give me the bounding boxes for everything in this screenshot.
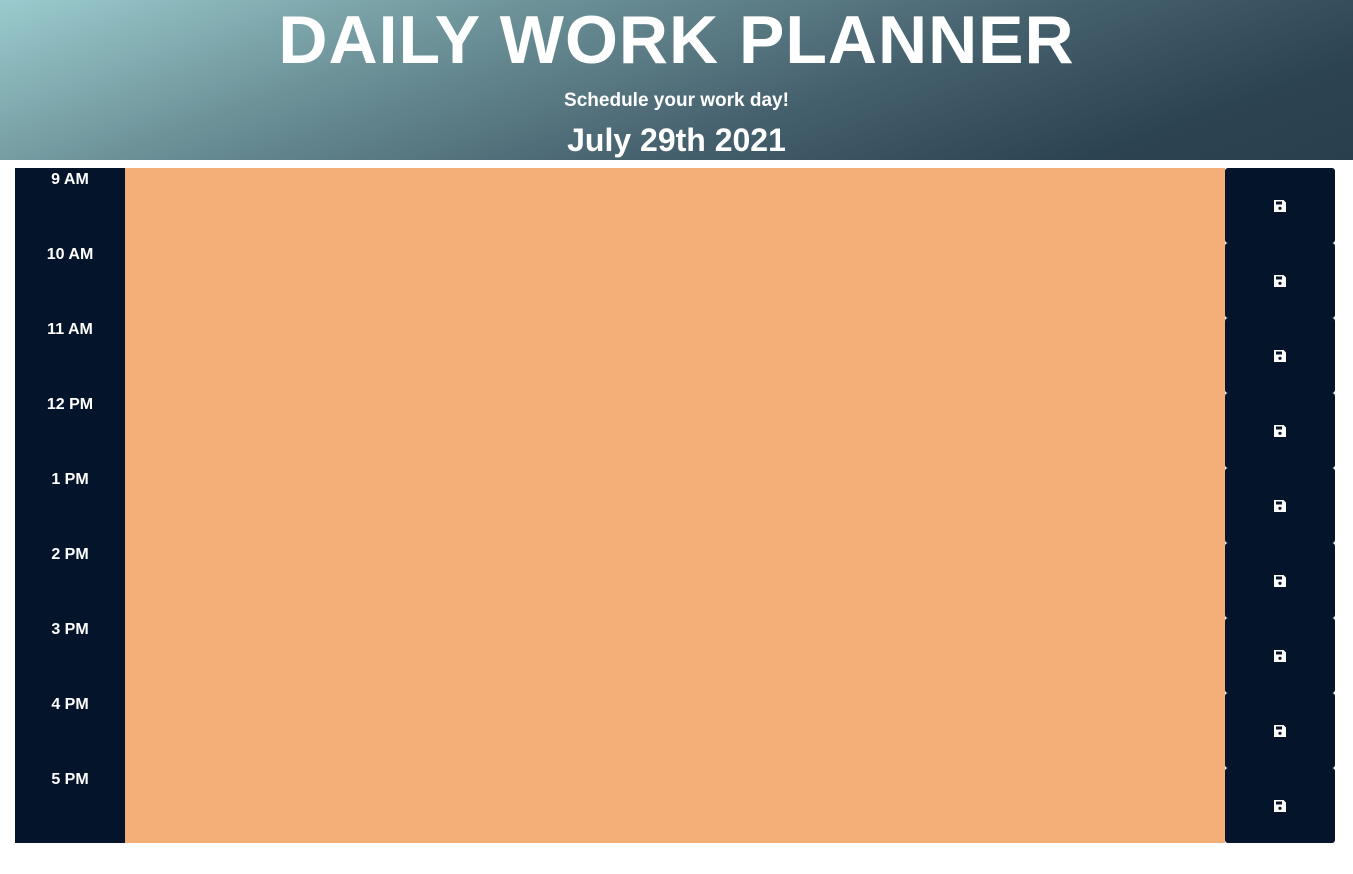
hour-label: 5 PM (15, 768, 125, 843)
floppy-disk-icon (1273, 724, 1287, 738)
floppy-disk-icon (1273, 574, 1287, 588)
timeblock-row: 10 AM (15, 243, 1335, 318)
timeblock-row: 11 AM (15, 318, 1335, 393)
page-subtitle: Schedule your work day! (564, 90, 789, 111)
task-input[interactable] (125, 768, 1225, 843)
current-date: July 29th 2021 (567, 122, 786, 158)
save-button[interactable] (1225, 618, 1335, 693)
timeblock-row: 3 PM (15, 618, 1335, 693)
save-button[interactable] (1225, 168, 1335, 243)
task-input[interactable] (125, 468, 1225, 543)
task-input[interactable] (125, 693, 1225, 768)
task-input[interactable] (125, 168, 1225, 243)
timeblock-row: 9 AM (15, 168, 1335, 243)
hour-label: 11 AM (15, 318, 125, 393)
save-button[interactable] (1225, 768, 1335, 843)
task-input[interactable] (125, 393, 1225, 468)
save-button[interactable] (1225, 318, 1335, 393)
task-input[interactable] (125, 318, 1225, 393)
save-button[interactable] (1225, 243, 1335, 318)
header: DAILY WORK PLANNER Schedule your work da… (0, 0, 1353, 160)
planner: 9 AM 10 AM 11 AM 12 PM 1 PM 2 PM 3 PM 4 … (15, 168, 1335, 843)
hour-label: 12 PM (15, 393, 125, 468)
hour-label: 9 AM (15, 168, 125, 243)
hour-label: 3 PM (15, 618, 125, 693)
save-button[interactable] (1225, 393, 1335, 468)
hour-label: 1 PM (15, 468, 125, 543)
hour-label: 4 PM (15, 693, 125, 768)
floppy-disk-icon (1273, 499, 1287, 513)
floppy-disk-icon (1273, 274, 1287, 288)
timeblock-row: 12 PM (15, 393, 1335, 468)
timeblock-row: 1 PM (15, 468, 1335, 543)
task-input[interactable] (125, 618, 1225, 693)
floppy-disk-icon (1273, 199, 1287, 213)
hour-label: 2 PM (15, 543, 125, 618)
timeblock-row: 2 PM (15, 543, 1335, 618)
task-input[interactable] (125, 243, 1225, 318)
floppy-disk-icon (1273, 649, 1287, 663)
save-button[interactable] (1225, 693, 1335, 768)
hour-label: 10 AM (15, 243, 125, 318)
task-input[interactable] (125, 543, 1225, 618)
timeblock-row: 5 PM (15, 768, 1335, 843)
save-button[interactable] (1225, 468, 1335, 543)
floppy-disk-icon (1273, 424, 1287, 438)
floppy-disk-icon (1273, 349, 1287, 363)
timeblock-row: 4 PM (15, 693, 1335, 768)
floppy-disk-icon (1273, 799, 1287, 813)
save-button[interactable] (1225, 543, 1335, 618)
page-title: DAILY WORK PLANNER (278, 2, 1075, 78)
